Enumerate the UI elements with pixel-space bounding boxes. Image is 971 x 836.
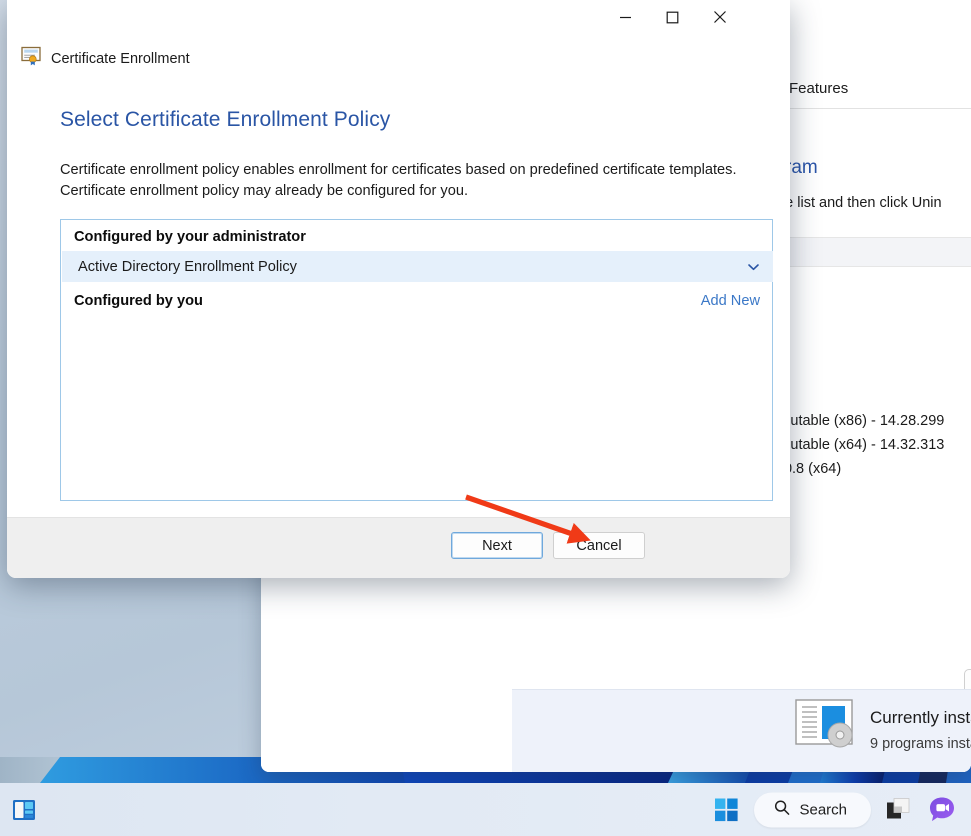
status-bar: Currently installed programs Total size:…: [512, 689, 971, 772]
group-label-administrator: Configured by your administrator: [74, 229, 306, 245]
taskbar[interactable]: Search: [0, 783, 971, 836]
enrollment-policy-panel: Configured by your administrator Active …: [60, 219, 773, 501]
list-item[interactable]: stributable (x86) - 14.28.299: [763, 413, 944, 429]
taskbar-left-group: [9, 795, 39, 825]
dialog-identity-row: Certificate Enrollment: [21, 46, 190, 71]
enrollment-policy-dropdown[interactable]: Active Directory Enrollment Policy: [62, 251, 773, 282]
group-label-you: Configured by you: [74, 293, 203, 309]
add-new-link[interactable]: Add New: [701, 293, 760, 309]
widgets-icon[interactable]: [9, 795, 39, 825]
minimize-icon: [619, 11, 632, 24]
windows-start-icon[interactable]: [711, 795, 741, 825]
certificate-enrollment-dialog[interactable]: Certificate Enrollment Select Certificat…: [7, 0, 790, 578]
minimize-button[interactable]: [602, 0, 649, 34]
installed-programs-icon: [795, 699, 861, 749]
programs-installed-count: 9 programs installed: [870, 736, 971, 752]
file-explorer-icon[interactable]: [884, 795, 914, 825]
breadcrumb[interactable]: Features: [789, 80, 848, 97]
dialog-footer: Next Cancel: [7, 517, 790, 578]
dialog-description: Certificate enrollment policy enables en…: [60, 162, 737, 199]
close-button[interactable]: [696, 0, 743, 34]
list-item[interactable]: stributable (x64) - 14.32.313: [763, 437, 944, 453]
search-label: Search: [799, 801, 847, 818]
status-title: Currently installed programs: [870, 708, 971, 727]
dialog-app-title: Certificate Enrollment: [51, 50, 190, 67]
certificate-icon: [21, 46, 42, 71]
chevron-down-icon: [748, 258, 759, 276]
chat-video-icon[interactable]: [927, 795, 957, 825]
search-button[interactable]: Search: [754, 792, 871, 827]
next-button[interactable]: Next: [451, 532, 543, 559]
maximize-icon: [666, 11, 679, 24]
close-icon: [713, 10, 727, 24]
search-icon: [774, 799, 790, 820]
desktop-root: Features ram n the list and then click U…: [0, 0, 971, 836]
status-title-row: Currently installed programs Total size:…: [870, 708, 971, 728]
dialog-titlebar[interactable]: [7, 0, 790, 34]
cancel-button[interactable]: Cancel: [553, 532, 645, 559]
dialog-heading: Select Certificate Enrollment Policy: [60, 108, 391, 131]
taskbar-right-group: Search: [711, 792, 957, 827]
enrollment-policy-selected-value: Active Directory Enrollment Policy: [78, 258, 297, 275]
maximize-button[interactable]: [649, 0, 696, 34]
